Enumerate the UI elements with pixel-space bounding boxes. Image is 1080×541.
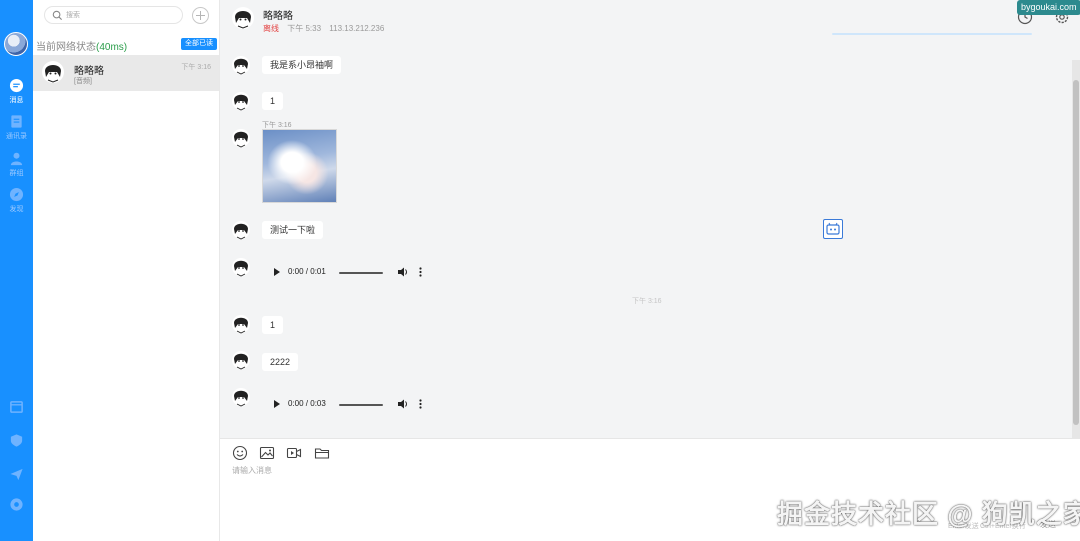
message-avatar xyxy=(232,129,250,148)
audio-seek-bar[interactable] xyxy=(339,272,383,274)
bot-icon[interactable] xyxy=(823,219,843,239)
message-avatar xyxy=(232,221,250,240)
watermark: 掘金技术社区 @ 狗凯之家 xyxy=(777,499,1080,529)
network-status: 当前网络状态(40ms) xyxy=(36,38,127,53)
calendar-button[interactable] xyxy=(0,399,33,417)
volume-icon[interactable] xyxy=(397,266,409,278)
video-icon[interactable] xyxy=(286,445,302,461)
shield-icon xyxy=(10,434,23,447)
user-avatar[interactable] xyxy=(4,32,28,56)
search-input[interactable] xyxy=(66,8,176,22)
message-composer: Enter发送 Ctrl+Enter换行 发送 掘金技术社区 @ 狗凯之家 xyxy=(220,438,1080,541)
play-icon[interactable] xyxy=(274,400,280,408)
group-icon xyxy=(10,152,23,166)
chat-bubble-icon xyxy=(9,78,24,93)
conversation-item[interactable]: 略略略 [音频] 下午 3:16 xyxy=(33,55,219,91)
search-icon xyxy=(52,10,63,21)
conversation-name: 略略略 xyxy=(74,66,104,77)
message-avatar xyxy=(232,258,250,277)
nav-item-groups[interactable]: 群组 xyxy=(0,151,33,178)
mark-all-read-button[interactable]: 全部已读 xyxy=(181,38,217,50)
nav-item-contacts[interactable]: 通讯录 xyxy=(0,114,33,141)
nav-label: 发现 xyxy=(9,206,24,213)
shield-button[interactable] xyxy=(0,433,33,451)
divider-timestamp: 下午 3:16 xyxy=(632,298,662,305)
calendar-icon xyxy=(10,401,23,413)
message-bubble: 测试一下啦 xyxy=(262,221,324,239)
audio-time: 0:00 / 0:01 xyxy=(288,267,326,276)
last-seen: 下午 5:33 xyxy=(287,24,322,33)
message-avatar xyxy=(232,388,250,407)
settings-button-rail[interactable] xyxy=(0,497,33,515)
conversation-preview: [音频] xyxy=(74,78,92,85)
folder-icon[interactable] xyxy=(314,445,330,461)
search-box[interactable] xyxy=(44,6,183,24)
message-avatar xyxy=(232,315,250,334)
status-badge: 离线 xyxy=(263,24,279,33)
play-icon[interactable] xyxy=(274,268,280,276)
add-button[interactable] xyxy=(192,7,209,24)
network-status-label: 当前网络状态 xyxy=(36,42,96,53)
conversation-time: 下午 3:16 xyxy=(181,64,211,71)
message-bubble: 1 xyxy=(262,316,284,334)
image-icon[interactable] xyxy=(259,445,275,461)
message-avatar xyxy=(232,92,250,111)
conversation-panel: 当前网络状态(40ms) 全部已读 略略略 [音频] 下午 3:16 xyxy=(33,0,220,541)
volume-icon[interactable] xyxy=(397,398,409,410)
chat-window: 略略略 离线 下午 5:33 113.13.212.236 bygoukai.c… xyxy=(220,0,1080,541)
nav-label: 通讯录 xyxy=(6,133,27,140)
message-avatar xyxy=(232,56,250,75)
audio-player: 0:00 / 0:03 xyxy=(262,391,432,417)
message-avatar xyxy=(232,351,250,370)
site-badge: bygoukai.com xyxy=(1017,0,1080,15)
network-latency: (40ms) xyxy=(96,42,128,53)
nav-item-messages[interactable]: 消息 xyxy=(0,78,33,105)
message-bubble: 我是系小昂袖啊 xyxy=(262,56,342,74)
contact-avatar xyxy=(42,61,64,83)
chat-header: 略略略 离线 下午 5:33 113.13.212.236 xyxy=(220,0,1080,40)
more-options-icon[interactable] xyxy=(419,267,422,277)
send-icon xyxy=(10,468,23,481)
compass-icon xyxy=(9,187,24,202)
image-message[interactable] xyxy=(262,129,337,203)
more-options-icon[interactable] xyxy=(419,399,422,409)
chat-title: 略略略 xyxy=(263,11,293,22)
settings-icon xyxy=(10,498,23,511)
send-button-rail[interactable] xyxy=(0,467,33,485)
nav-label: 消息 xyxy=(9,97,24,104)
audio-player: 0:00 / 0:01 xyxy=(262,259,432,285)
ip-address: 113.13.212.236 xyxy=(329,24,385,33)
nav-item-discover[interactable]: 发现 xyxy=(0,187,33,214)
message-bubble: 1 xyxy=(262,92,284,110)
message-scrollbar[interactable] xyxy=(1072,60,1080,438)
nav-rail: 消息 通讯录 群组 发现 xyxy=(0,0,33,541)
address-book-icon xyxy=(11,115,22,128)
chat-meta: 离线 下午 5:33 113.13.212.236 xyxy=(263,23,384,34)
audio-seek-bar[interactable] xyxy=(339,404,383,406)
chat-header-avatar xyxy=(232,7,254,29)
emoji-icon[interactable] xyxy=(232,445,248,461)
message-bubble: 2222 xyxy=(262,353,299,371)
loading-progress-bar xyxy=(832,33,1032,35)
audio-time: 0:00 / 0:03 xyxy=(288,399,326,408)
nav-label: 群组 xyxy=(9,170,24,177)
scrollbar-thumb[interactable] xyxy=(1073,80,1079,425)
